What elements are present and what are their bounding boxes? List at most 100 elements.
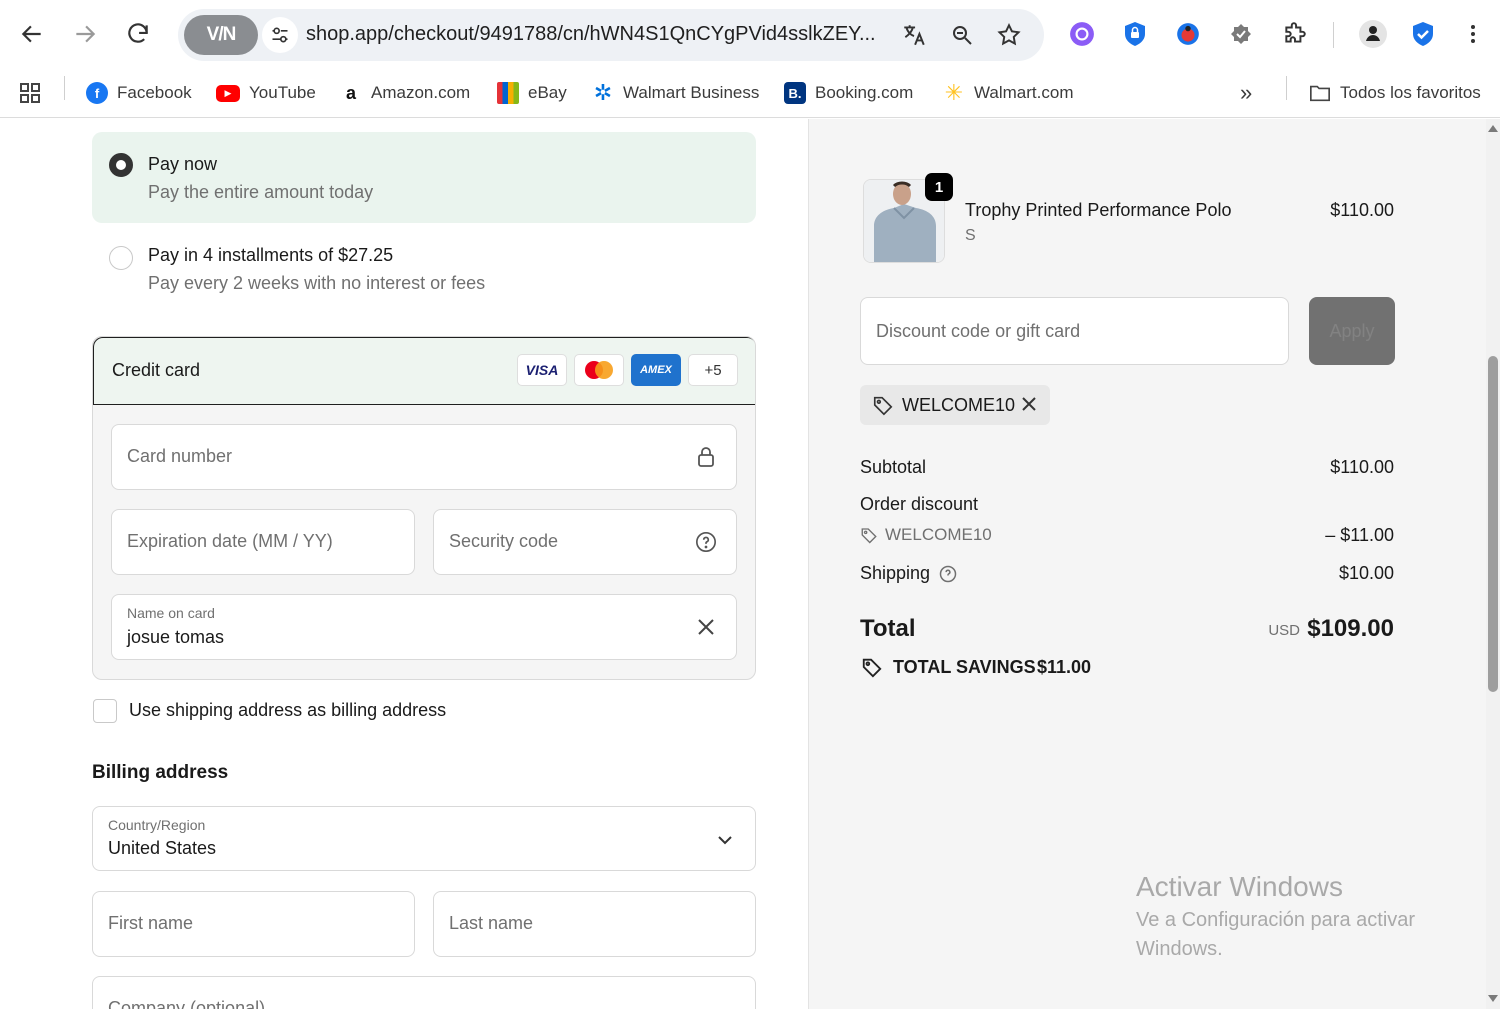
extension-shield-button[interactable] bbox=[1117, 16, 1153, 52]
facebook-icon: f bbox=[86, 82, 108, 104]
close-icon bbox=[1022, 397, 1036, 411]
extensions-button[interactable] bbox=[1277, 16, 1313, 52]
help-circle-icon[interactable] bbox=[939, 565, 957, 583]
bookmark-booking[interactable]: B. Booking.com bbox=[784, 78, 913, 108]
credit-card-section: Credit card VISA AMEX +5 Card number Exp… bbox=[92, 336, 756, 680]
pay-now-title: Pay now bbox=[148, 154, 218, 174]
security-code-placeholder: Security code bbox=[449, 531, 559, 551]
checkout-form: Pay now Pay the entire amount today Pay … bbox=[0, 119, 808, 1009]
bookmark-amazon[interactable]: a Amazon.com bbox=[340, 78, 470, 108]
arrow-left-icon bbox=[21, 25, 41, 43]
puzzle-icon bbox=[1285, 22, 1306, 43]
address-bar[interactable]: V/N shop.app/checkout/9491788/cn/hWN4S1Q… bbox=[178, 9, 1044, 61]
scroll-down-arrow[interactable] bbox=[1488, 995, 1498, 1002]
star-icon bbox=[997, 23, 1021, 46]
product-price: $110.00 bbox=[1330, 200, 1394, 220]
total-label: Total bbox=[860, 615, 916, 642]
card-number-field[interactable]: Card number bbox=[111, 424, 737, 490]
credit-card-header[interactable]: Credit card VISA AMEX +5 bbox=[93, 337, 755, 405]
savings-tag-icon bbox=[862, 658, 882, 678]
vpn-button[interactable]: V/N bbox=[184, 15, 258, 55]
country-select[interactable]: Country/Region United States bbox=[92, 806, 756, 871]
extension-check-shield-button[interactable] bbox=[1405, 16, 1441, 52]
discount-code-input[interactable]: Discount code or gift card bbox=[860, 297, 1289, 365]
expiration-date-field[interactable]: Expiration date (MM / YY) bbox=[111, 509, 415, 575]
url-text[interactable]: shop.app/checkout/9491788/cn/hWN4S1QnCYg… bbox=[306, 23, 876, 46]
clear-icon[interactable] bbox=[694, 615, 718, 639]
reload-button[interactable] bbox=[118, 14, 158, 54]
bookmark-star-button[interactable] bbox=[993, 19, 1025, 51]
country-label: Country/Region bbox=[108, 817, 206, 833]
extension-gear-button[interactable] bbox=[1223, 16, 1259, 52]
bookmark-walmart[interactable]: ✳ Walmart.com bbox=[943, 78, 1074, 108]
browser-menu-button[interactable] bbox=[1455, 16, 1491, 52]
extension-purple-button[interactable] bbox=[1064, 16, 1100, 52]
pay-now-radio[interactable] bbox=[109, 153, 133, 177]
subtotal-value: $110.00 bbox=[1330, 457, 1394, 477]
all-bookmarks-button[interactable]: Todos los favoritos bbox=[1309, 78, 1481, 108]
visa-logo: VISA bbox=[517, 354, 567, 386]
bookmark-walmart-business[interactable]: ✲ Walmart Business bbox=[592, 78, 760, 108]
booking-icon: B. bbox=[784, 82, 806, 104]
pay-now-option[interactable]: Pay now Pay the entire amount today bbox=[92, 132, 756, 223]
youtube-icon: ▶ bbox=[216, 84, 240, 102]
folder-icon bbox=[1310, 85, 1330, 102]
remove-discount-button[interactable] bbox=[1020, 395, 1040, 415]
company-field[interactable]: Company (optional) bbox=[92, 976, 756, 1009]
bookmark-ebay[interactable]: eBay bbox=[497, 78, 567, 108]
lock-icon bbox=[694, 445, 718, 469]
use-shipping-address-label[interactable]: Use shipping address as billing address bbox=[129, 700, 446, 721]
total-currency: USD bbox=[1268, 622, 1300, 639]
walmart-business-icon: ✲ bbox=[593, 80, 613, 105]
order-summary: 1 Trophy Printed Performance Polo S $110… bbox=[808, 119, 1500, 1009]
scrollbar-thumb[interactable] bbox=[1488, 356, 1498, 692]
amazon-icon: a bbox=[340, 82, 362, 104]
quantity-badge: 1 bbox=[925, 173, 953, 201]
check-shield-icon bbox=[1413, 22, 1433, 46]
scroll-up-arrow[interactable] bbox=[1488, 125, 1498, 132]
shipping-value: $10.00 bbox=[1338, 563, 1394, 583]
translate-button[interactable] bbox=[898, 19, 930, 51]
last-name-field[interactable]: Last name bbox=[433, 891, 756, 957]
translate-icon bbox=[904, 25, 925, 46]
name-on-card-field[interactable]: Name on card josue tomas bbox=[111, 594, 737, 660]
site-info-button[interactable] bbox=[262, 17, 298, 53]
installments-option[interactable]: Pay in 4 installments of $27.25 Pay ever… bbox=[92, 229, 756, 309]
scrollbar[interactable] bbox=[1486, 119, 1500, 1009]
reload-icon bbox=[128, 23, 148, 43]
forward-button[interactable] bbox=[65, 14, 105, 54]
billing-address-heading: Billing address bbox=[92, 762, 229, 783]
first-name-placeholder: First name bbox=[108, 913, 194, 933]
installments-radio[interactable] bbox=[109, 246, 133, 270]
double-chevron-right-icon: » bbox=[1240, 80, 1253, 105]
ladybug-icon bbox=[1177, 23, 1199, 45]
tag-icon bbox=[861, 528, 877, 544]
security-code-field[interactable]: Security code bbox=[433, 509, 737, 575]
apps-button[interactable] bbox=[18, 78, 42, 108]
back-button[interactable] bbox=[12, 14, 52, 54]
bookmark-youtube[interactable]: ▶ YouTube bbox=[216, 78, 316, 108]
use-shipping-address-checkbox[interactable] bbox=[93, 699, 117, 723]
help-circle-icon[interactable] bbox=[694, 530, 718, 554]
total-savings-value: $11.00 bbox=[1037, 657, 1092, 677]
zoom-button[interactable] bbox=[946, 19, 978, 51]
first-name-field[interactable]: First name bbox=[92, 891, 415, 957]
shipping-label: Shipping bbox=[860, 563, 931, 583]
bookmark-facebook[interactable]: f Facebook bbox=[86, 78, 192, 108]
bookmark-label: Booking.com bbox=[815, 83, 914, 102]
apply-button[interactable]: Apply bbox=[1309, 297, 1395, 365]
profile-button[interactable] bbox=[1355, 16, 1391, 52]
applied-code-text: WELCOME10 bbox=[902, 395, 1016, 415]
name-on-card-label: Name on card bbox=[127, 605, 215, 621]
profile-avatar-icon bbox=[1359, 20, 1387, 48]
more-bookmarks-button[interactable]: » bbox=[1240, 78, 1252, 108]
product-variant: S bbox=[965, 227, 976, 244]
pay-now-subtitle: Pay the entire amount today bbox=[148, 182, 374, 202]
expiration-placeholder: Expiration date (MM / YY) bbox=[127, 531, 333, 551]
product-name: Trophy Printed Performance Polo bbox=[965, 200, 1232, 220]
amex-logo: AMEX bbox=[631, 354, 681, 386]
apps-grid-icon bbox=[20, 83, 40, 103]
credit-card-title: Credit card bbox=[112, 360, 201, 380]
apply-label: Apply bbox=[1329, 320, 1375, 341]
extension-ladybug-button[interactable] bbox=[1170, 16, 1206, 52]
